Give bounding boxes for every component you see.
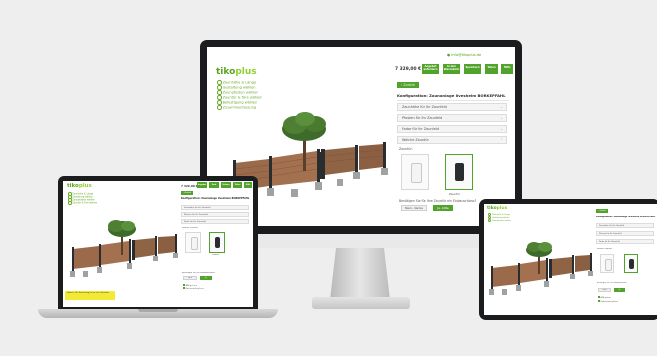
request-quote-button[interactable]: Angebot (197, 182, 207, 188)
fence-gate (318, 152, 325, 179)
gate-option-white[interactable] (185, 232, 201, 253)
back-button[interactable]: ‹ Zurück (397, 82, 419, 88)
black-gate-icon (629, 259, 634, 269)
lock-yes-button[interactable]: Ja, bitte (433, 205, 453, 211)
lock-no-button[interactable]: Nein (183, 276, 197, 280)
configurator-title: Konfiguration: Zaunanlage Ilvesheim BORK… (397, 93, 506, 98)
gate-option-label: Zauntür (212, 254, 220, 256)
help-button[interactable]: Hilfe (501, 64, 513, 74)
nav-step-2[interactable]: Gestaltung wählen (217, 85, 256, 90)
accordion-fence-height[interactable]: Zaunhöhe für Ihr Zaunfeld (181, 205, 249, 210)
share-button[interactable]: Teilen (233, 182, 242, 188)
accordion-fence-post[interactable]: Pfosten für Ihr Zaunfeld (596, 231, 654, 236)
share-button[interactable]: Teilen (485, 64, 498, 74)
panel-divider (397, 100, 509, 101)
gate-option-header: Welche Zauntür (182, 227, 198, 229)
black-gate-icon (455, 163, 464, 181)
gate-option-white[interactable] (600, 254, 614, 273)
accordion-fence-post[interactable]: Pfosten für Ihr Zaunfeld (181, 212, 249, 217)
white-gate-icon (605, 259, 612, 271)
chevron-down-icon: ⌄ (500, 116, 503, 120)
accordion-fence-color[interactable]: Farbe für Ihr Zaunfeld (596, 239, 654, 244)
fence-3d-preview[interactable] (484, 242, 594, 304)
white-gate-icon (191, 237, 198, 250)
gate-option-header: Welche Zauntür (597, 248, 613, 250)
laptop-notch (138, 309, 178, 312)
chevron-down-icon: ⌄ (500, 105, 503, 109)
privacy-checkbox[interactable]: Datenschutz gelesen (598, 300, 618, 303)
preview-notice: Hinweis: Die Darstellung ist nur eine Vo… (65, 291, 115, 300)
monitor-base (312, 297, 410, 309)
laptop-screen: tikoplus Zaunhöhe & Länge Gestaltung wäh… (63, 181, 253, 307)
chevron-up-icon: ⌃ (500, 138, 503, 142)
brand-logo[interactable]: tikoplus (67, 183, 92, 189)
nav-step-5[interactable]: Befestigung wählen (217, 100, 257, 105)
lock-question: Benötigen Sie ein Einbauschloss? (182, 272, 216, 274)
fence-panels (492, 255, 590, 287)
privacy-checkbox[interactable]: Datenschutz gelesen (183, 287, 204, 290)
accordion-fence-color[interactable]: Farbe für Ihr Zaunfeld ⌄ (397, 125, 507, 133)
lock-yes-button[interactable]: Ja (200, 276, 212, 280)
configurator-title: Konfiguration: Zaunanlage Ilvesheim BORK… (596, 216, 656, 218)
accordion-fence-height[interactable]: Zaunhöhe für Ihr Zaunfeld ⌄ (397, 103, 507, 111)
terms-checkbox[interactable]: AGB gelesen (598, 296, 611, 299)
lock-no-button[interactable]: Nein (598, 288, 611, 292)
gate-option-black[interactable] (445, 154, 473, 190)
gate-option-black[interactable] (624, 254, 638, 273)
accordion-fence-color[interactable]: Farbe für Ihr Zaunfeld (181, 219, 249, 224)
fence-3d-preview[interactable] (63, 219, 179, 285)
nav-step-6[interactable]: Zusammenfassung (217, 105, 256, 110)
fence-panels (73, 236, 175, 269)
contact-email[interactable]: ● info@tikoplus.de (447, 53, 481, 57)
save-button[interactable]: Speichern (464, 64, 481, 74)
help-button[interactable]: Hilfe (244, 182, 252, 188)
nav-step-4[interactable]: Zauntür & Tore wählen (217, 95, 262, 100)
accordion-fence-post[interactable]: Pfosten für Ihr Zaunfeld ⌄ (397, 114, 507, 122)
save-button[interactable]: Sichern (221, 182, 231, 188)
white-gate-icon (411, 163, 422, 183)
gate-option-label: Zauntür (449, 192, 461, 196)
total-price: 7 329,00 € (395, 67, 422, 72)
lock-question: Benötigen Sie ein Einbauschloss? (597, 282, 628, 284)
gate-option-white[interactable] (401, 154, 429, 190)
accordion-gate[interactable]: Welche Zauntür ⌃ (397, 136, 507, 144)
nav-step-3[interactable]: Zaunpfosten wählen (488, 219, 511, 223)
gate-option-black[interactable] (209, 232, 225, 253)
back-button[interactable]: ‹ Zurück (181, 191, 193, 195)
total-price: 7 329,00 € (181, 184, 198, 188)
brand-logo[interactable]: tikoplus (216, 67, 257, 77)
gate-option-sublabel: Zauntür: (399, 147, 413, 151)
nav-step-4[interactable]: Zauntür & Tore wählen (68, 201, 97, 205)
request-quote-button[interactable]: Angebot anfordern (422, 64, 439, 74)
monitor-stand (330, 248, 390, 300)
accordion-fence-height[interactable]: Zaunhöhe für Ihr Zaunfeld (596, 223, 654, 228)
tablet-screen: tikoplus Zaunhöhe & Länge Gestaltung wäh… (484, 204, 657, 315)
chevron-down-icon: ⌄ (500, 127, 503, 131)
black-gate-icon (215, 237, 220, 248)
brand-logo[interactable]: tikoplus (487, 206, 507, 211)
add-to-cart-button[interactable]: Korb (209, 182, 219, 188)
add-to-cart-button[interactable]: In den Warenkorb (443, 64, 460, 74)
lock-no-button[interactable]: Nein, danke (401, 205, 427, 211)
back-button[interactable]: ‹ Zurück (596, 209, 608, 213)
nav-step-3[interactable]: Zaunpfosten wählen (217, 90, 258, 95)
lock-yes-button[interactable]: Ja (614, 288, 625, 292)
nav-step-1[interactable]: Zaunhöhe & Länge (217, 80, 256, 85)
configurator-title: Konfiguration: Zaunanlage Ilvesheim BORK… (181, 197, 250, 200)
